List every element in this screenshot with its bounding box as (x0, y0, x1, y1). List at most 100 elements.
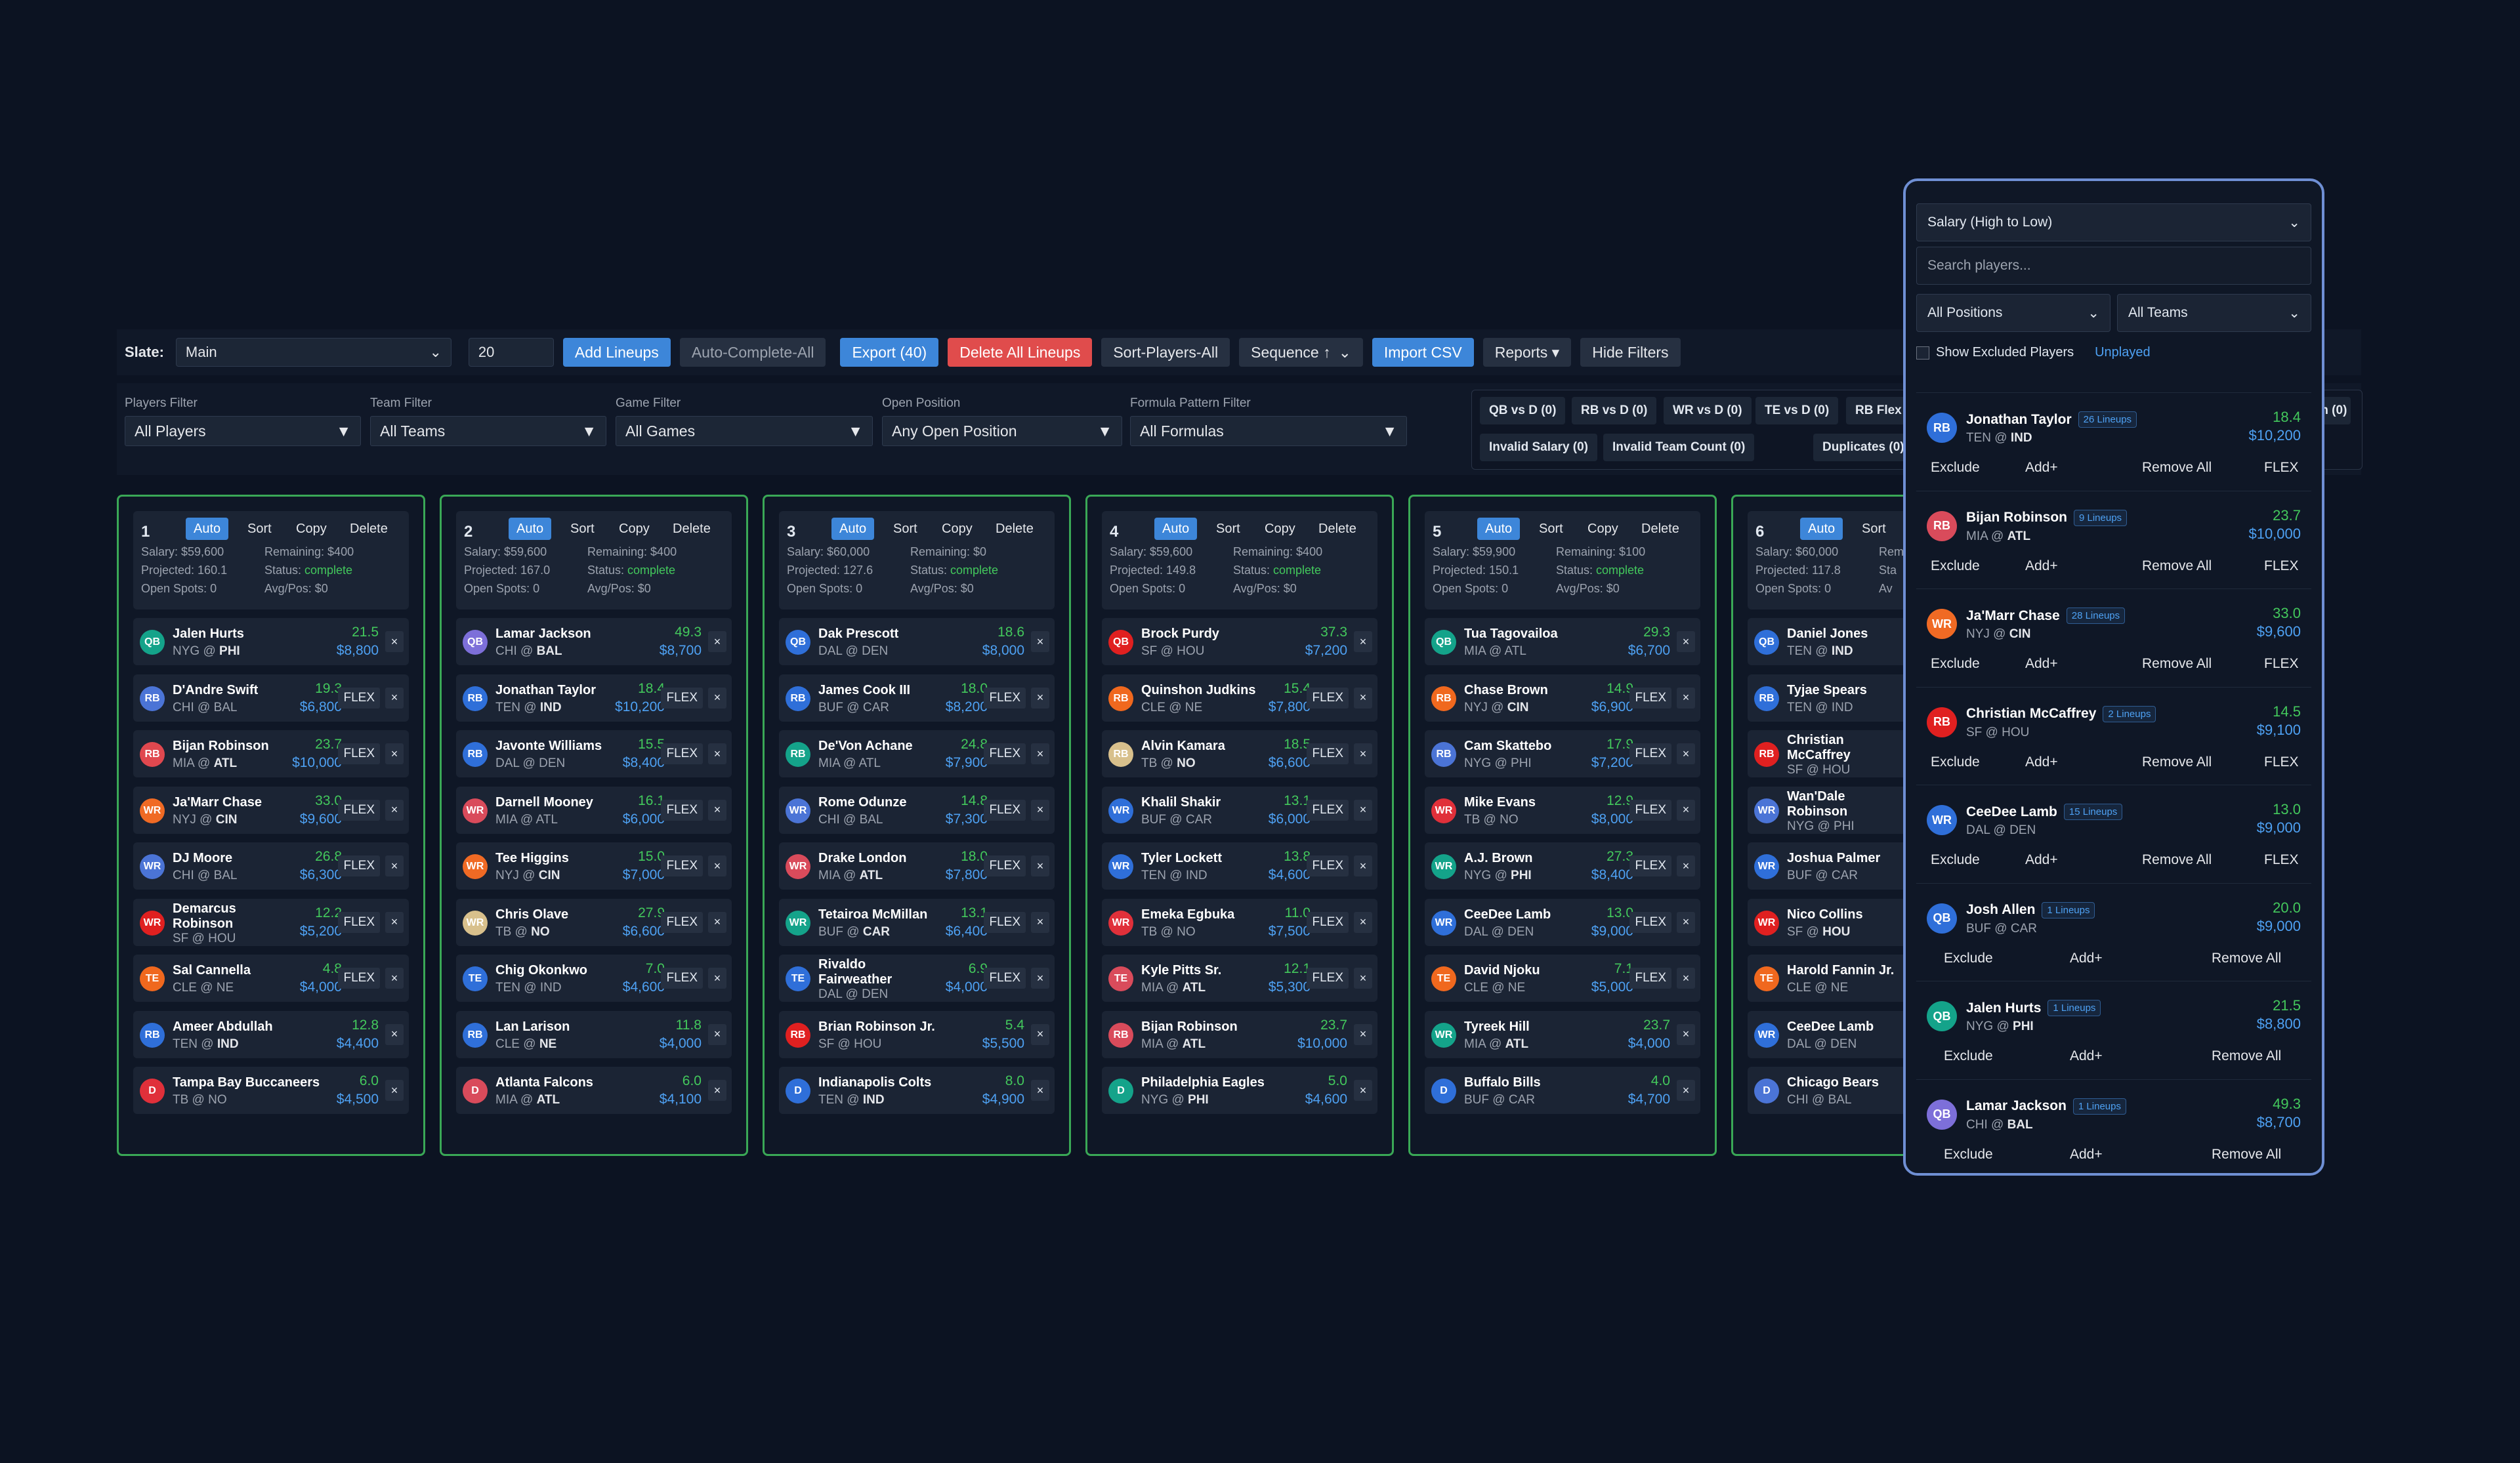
remove-player-button[interactable]: × (708, 968, 726, 989)
remove-player-button[interactable]: × (1354, 855, 1372, 876)
sort-players-all-button[interactable]: Sort-Players-All (1101, 338, 1230, 367)
auto-complete-all-button[interactable]: Auto-Complete-All (679, 338, 826, 367)
panel-sort-select[interactable]: Salary (High to Low) ⌄ (1916, 203, 2311, 241)
remove-player-button[interactable]: × (1677, 1080, 1695, 1101)
add-button[interactable]: Add+ (2025, 852, 2058, 868)
remove-player-button[interactable]: × (1031, 631, 1049, 652)
flex-button[interactable]: FLEX (1629, 687, 1671, 709)
remove-all-button[interactable]: Remove All (2212, 951, 2281, 966)
position-select[interactable]: All Positions ⌄ (1916, 294, 2110, 332)
exclude-button[interactable]: Exclude (1931, 656, 1980, 672)
add-button[interactable]: Add+ (2070, 951, 2103, 966)
delete-lineup-button[interactable]: Delete (988, 518, 1041, 540)
exclude-button[interactable]: Exclude (1944, 1147, 1993, 1163)
chip-invalid-salary[interactable]: Invalid Salary (0) (1480, 434, 1598, 461)
sort-lineup-button[interactable]: Sort (885, 518, 925, 540)
remove-all-button[interactable]: Remove All (2142, 754, 2212, 770)
flex-button[interactable]: FLEX (1307, 855, 1349, 876)
export-button[interactable]: Export (40) (840, 338, 939, 367)
remove-player-button[interactable]: × (708, 799, 726, 821)
copy-lineup-button[interactable]: Copy (1580, 518, 1626, 540)
flex-button[interactable]: FLEX (1629, 855, 1671, 876)
remove-player-button[interactable]: × (1031, 799, 1049, 821)
slate-select[interactable]: Main ⌄ (175, 338, 452, 367)
copy-lineup-button[interactable]: Copy (288, 518, 335, 540)
flex-button[interactable]: FLEX (1629, 799, 1671, 821)
remove-player-button[interactable]: × (1031, 687, 1049, 709)
flex-button[interactable]: FLEX (338, 687, 380, 709)
exclude-button[interactable]: Exclude (1944, 951, 1993, 966)
delete-lineup-button[interactable]: Delete (665, 518, 719, 540)
flex-button[interactable]: FLEX (1307, 687, 1349, 709)
remove-player-button[interactable]: × (1354, 968, 1372, 989)
remove-player-button[interactable]: × (385, 687, 404, 709)
flex-button[interactable]: FLEX (338, 743, 380, 764)
remove-player-button[interactable]: × (1677, 911, 1695, 933)
remove-player-button[interactable]: × (708, 687, 726, 709)
flex-button[interactable]: FLEX (984, 855, 1026, 876)
checkbox-icon[interactable] (1916, 346, 1929, 360)
remove-player-button[interactable]: × (708, 1080, 726, 1101)
auto-lineup-button[interactable]: Auto (1477, 518, 1521, 540)
team-filter-select[interactable]: All Teams ▼ (370, 416, 606, 446)
flex-button[interactable]: FLEX (984, 911, 1026, 933)
show-excluded-toggle[interactable]: Show Excluded Players Unplayed (1916, 345, 2151, 360)
auto-lineup-button[interactable]: Auto (1800, 518, 1843, 540)
flex-button[interactable]: FLEX (338, 855, 380, 876)
remove-player-button[interactable]: × (1354, 1080, 1372, 1101)
auto-lineup-button[interactable]: Auto (186, 518, 229, 540)
team-select[interactable]: All Teams ⌄ (2117, 294, 2311, 332)
flex-button[interactable]: FLEX (1307, 743, 1349, 764)
remove-player-button[interactable]: × (708, 743, 726, 764)
remove-player-button[interactable]: × (708, 1023, 726, 1045)
formula-select[interactable]: All Formulas ▼ (1130, 416, 1407, 446)
remove-player-button[interactable]: × (1354, 687, 1372, 709)
remove-all-button[interactable]: Remove All (2212, 1147, 2281, 1163)
remove-player-button[interactable]: × (1354, 1023, 1372, 1045)
chip-te-vs-d[interactable]: TE vs D (0) (1755, 397, 1839, 424)
delete-lineup-button[interactable]: Delete (1633, 518, 1687, 540)
flex-button[interactable]: FLEX (2264, 460, 2299, 476)
remove-player-button[interactable]: × (708, 631, 726, 652)
remove-player-button[interactable]: × (1031, 911, 1049, 933)
chip-rb-flex[interactable]: RB Flex (1846, 397, 1911, 424)
remove-player-button[interactable]: × (1677, 968, 1695, 989)
flex-button[interactable]: FLEX (338, 911, 380, 933)
add-button[interactable]: Add+ (2025, 656, 2058, 672)
remove-player-button[interactable]: × (708, 855, 726, 876)
unplayed-link[interactable]: Unplayed (2095, 345, 2151, 360)
flex-button[interactable]: FLEX (1629, 743, 1671, 764)
copy-lineup-button[interactable]: Copy (934, 518, 980, 540)
flex-button[interactable]: FLEX (984, 799, 1026, 821)
flex-button[interactable]: FLEX (2264, 852, 2299, 868)
remove-all-button[interactable]: Remove All (2142, 558, 2212, 574)
add-button[interactable]: Add+ (2070, 1048, 2103, 1064)
remove-player-button[interactable]: × (1677, 631, 1695, 652)
delete-all-lineups-button[interactable]: Delete All Lineups (948, 338, 1093, 367)
flex-button[interactable]: FLEX (661, 799, 703, 821)
remove-player-button[interactable]: × (385, 1080, 404, 1101)
lineup-count-input[interactable]: 20 (468, 338, 554, 367)
chip-rb-vs-d[interactable]: RB vs D (0) (1572, 397, 1657, 424)
hide-filters-button[interactable]: Hide Filters (1580, 338, 1681, 367)
flex-button[interactable]: FLEX (661, 968, 703, 989)
exclude-button[interactable]: Exclude (1931, 460, 1980, 476)
flex-button[interactable]: FLEX (984, 687, 1026, 709)
flex-button[interactable]: FLEX (338, 799, 380, 821)
remove-player-button[interactable]: × (1354, 743, 1372, 764)
copy-lineup-button[interactable]: Copy (1257, 518, 1303, 540)
reports-button[interactable]: Reports ▾ (1482, 338, 1572, 367)
exclude-button[interactable]: Exclude (1931, 852, 1980, 868)
remove-player-button[interactable]: × (1031, 1080, 1049, 1101)
delete-lineup-button[interactable]: Delete (1311, 518, 1364, 540)
remove-player-button[interactable]: × (385, 911, 404, 933)
remove-player-button[interactable]: × (1031, 968, 1049, 989)
remove-player-button[interactable]: × (1354, 799, 1372, 821)
auto-lineup-button[interactable]: Auto (509, 518, 552, 540)
sort-lineup-button[interactable]: Sort (1531, 518, 1571, 540)
remove-player-button[interactable]: × (1031, 743, 1049, 764)
import-csv-button[interactable]: Import CSV (1372, 338, 1474, 367)
flex-button[interactable]: FLEX (661, 743, 703, 764)
sequence-select[interactable]: Sequence ↑ ⌄ (1239, 338, 1363, 367)
remove-all-button[interactable]: Remove All (2212, 1048, 2281, 1064)
